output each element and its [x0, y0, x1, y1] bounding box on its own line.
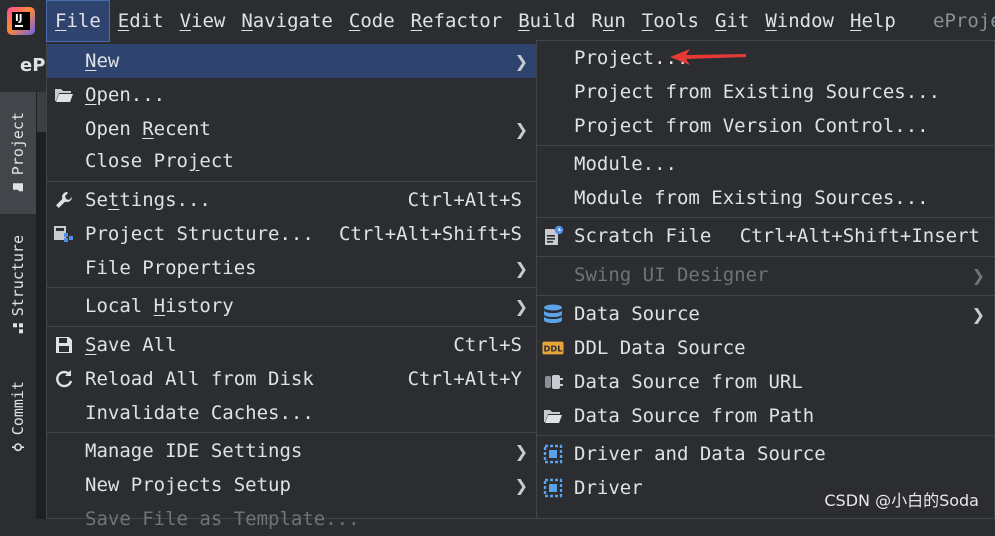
menu-item-local-history[interactable]: Local History ❯: [47, 289, 537, 323]
shortcut-label: Ctrl+Alt+Y: [407, 368, 522, 390]
menu-separator: [537, 145, 994, 146]
menu-view[interactable]: View: [172, 0, 234, 42]
menu-build[interactable]: Build: [510, 0, 583, 42]
menu-separator: [537, 256, 994, 257]
main-menu: File Edit View Navigate Code Refactor Build Run…: [46, 0, 904, 42]
reload-icon: [53, 368, 75, 390]
menu-code[interactable]: Code: [341, 0, 403, 42]
ddl-icon: DDL: [542, 337, 564, 359]
chevron-right-icon: ❯: [514, 119, 528, 139]
menu-bar: IJ File Edit View Navigate Code Refactor Build…: [0, 0, 995, 42]
menu-item-invalidate-caches[interactable]: Invalidate Caches...: [47, 396, 537, 430]
menu-item-project-from-existing-sources[interactable]: Project from Existing Sources...: [537, 75, 994, 109]
menu-item-open-recent[interactable]: Open Recent ❯: [47, 112, 537, 146]
menu-item-ddl-data-source[interactable]: DDL DDL Data Source: [537, 331, 994, 365]
menu-item-module[interactable]: Module...: [537, 147, 994, 181]
menu-item-driver-and-data-source[interactable]: Driver and Data Source: [537, 437, 994, 471]
chevron-right-icon: ❯: [514, 441, 528, 461]
shortcut-label: Ctrl+Alt+S: [407, 189, 522, 211]
chevron-right-icon: ❯: [514, 475, 528, 495]
plug-icon: [542, 371, 564, 393]
svg-text:DDL: DDL: [544, 344, 564, 354]
chevron-right-icon: ❯: [514, 258, 528, 278]
project-structure-icon: [53, 223, 75, 245]
menu-item-manage-ide-settings[interactable]: Manage IDE Settings ❯: [47, 434, 537, 468]
menu-separator: [47, 326, 537, 327]
menu-help[interactable]: Help: [842, 0, 904, 42]
shortcut-label: Ctrl+S: [453, 334, 522, 356]
annotation-arrow-icon: [670, 49, 746, 65]
menu-refactor[interactable]: Refactor: [403, 0, 511, 42]
tool-tab-project-label: Project: [9, 112, 27, 176]
menu-item-save-all[interactable]: Save All Ctrl+S: [47, 328, 537, 362]
tool-tab-project[interactable]: Project: [0, 92, 36, 214]
menu-item-data-source-from-url[interactable]: Data Source from URL: [537, 365, 994, 399]
tool-tab-commit-label: Commit: [9, 380, 27, 436]
chevron-right-icon: ❯: [514, 51, 528, 71]
wrench-icon: [53, 189, 75, 211]
menu-edit[interactable]: Edit: [110, 0, 172, 42]
menu-run[interactable]: Run: [583, 0, 633, 42]
save-icon: [53, 334, 75, 356]
app-logo-icon[interactable]: IJ: [7, 7, 35, 35]
structure-icon: [13, 323, 23, 334]
driver-icon: [542, 443, 564, 465]
shortcut-label: Ctrl+Alt+Shift+S: [338, 223, 522, 245]
menu-separator: [47, 287, 537, 288]
open-folder-icon: [542, 405, 564, 427]
menu-item-module-from-existing-sources[interactable]: Module from Existing Sources...: [537, 181, 994, 215]
commit-icon: [12, 443, 24, 452]
menu-item-scratch-file[interactable]: Scratch File Ctrl+Alt+Shift+Insert: [537, 219, 994, 253]
menu-separator: [537, 435, 994, 436]
menu-git[interactable]: Git: [707, 0, 757, 42]
window-title: eProje: [933, 10, 995, 32]
shortcut-label: Ctrl+Alt+Shift+Insert: [739, 225, 980, 247]
tool-tab-commit[interactable]: Commit: [0, 362, 36, 472]
menu-tools[interactable]: Tools: [634, 0, 707, 42]
tool-tab-structure-label: Structure: [9, 235, 27, 317]
scratch-file-icon: [542, 225, 564, 247]
menu-item-data-source-from-path[interactable]: Data Source from Path: [537, 399, 994, 433]
watermark: CSDN @小白的Soda: [824, 491, 979, 510]
menu-item-data-source[interactable]: Data Source ❯: [537, 297, 994, 331]
menu-item-file-properties[interactable]: File Properties ❯: [47, 251, 537, 285]
driver-icon: [542, 477, 564, 499]
menu-separator: [537, 295, 994, 296]
folder-icon: [13, 183, 23, 192]
menu-item-new[interactable]: New ❯: [47, 44, 537, 78]
menu-file[interactable]: File: [46, 0, 110, 42]
menu-separator: [47, 432, 537, 433]
database-icon: [542, 303, 564, 325]
menu-window[interactable]: Window: [757, 0, 842, 42]
new-submenu: Project... Project from Existing Sources…: [536, 40, 995, 519]
open-folder-icon: [53, 84, 75, 106]
menu-item-new-project[interactable]: Project...: [537, 41, 994, 75]
project-name[interactable]: eP: [20, 55, 45, 76]
menu-item-open[interactable]: Open...: [47, 78, 537, 112]
tool-tab-structure[interactable]: Structure: [0, 220, 36, 350]
chevron-right-icon: ❯: [971, 265, 985, 285]
menu-item-close-project[interactable]: Close Project: [47, 144, 537, 178]
menu-separator: [47, 181, 537, 182]
tool-window-stripe: Project Structure Commit: [0, 92, 37, 519]
menu-item-settings[interactable]: Settings... Ctrl+Alt+S: [47, 183, 537, 217]
chevron-right-icon: ❯: [971, 304, 985, 324]
menu-item-project-from-version-control[interactable]: Project from Version Control...: [537, 109, 994, 143]
menu-item-reload-all[interactable]: Reload All from Disk Ctrl+Alt+Y: [47, 362, 537, 396]
chevron-right-icon: ❯: [514, 296, 528, 316]
menu-item-new-projects-setup[interactable]: New Projects Setup ❯: [47, 468, 537, 502]
file-menu: New ❯ Open... Open Recent ❯ Close Projec…: [46, 42, 538, 530]
menu-separator: [537, 217, 994, 218]
menu-item-save-file-as-template[interactable]: Save File as Template...: [47, 502, 537, 536]
menu-navigate[interactable]: Navigate: [233, 0, 341, 42]
menu-item-swing-ui-designer[interactable]: Swing UI Designer ❯: [537, 258, 994, 292]
editor-scroll-strip: [36, 92, 46, 132]
menu-item-project-structure[interactable]: Project Structure... Ctrl+Alt+Shift+S: [47, 217, 537, 251]
